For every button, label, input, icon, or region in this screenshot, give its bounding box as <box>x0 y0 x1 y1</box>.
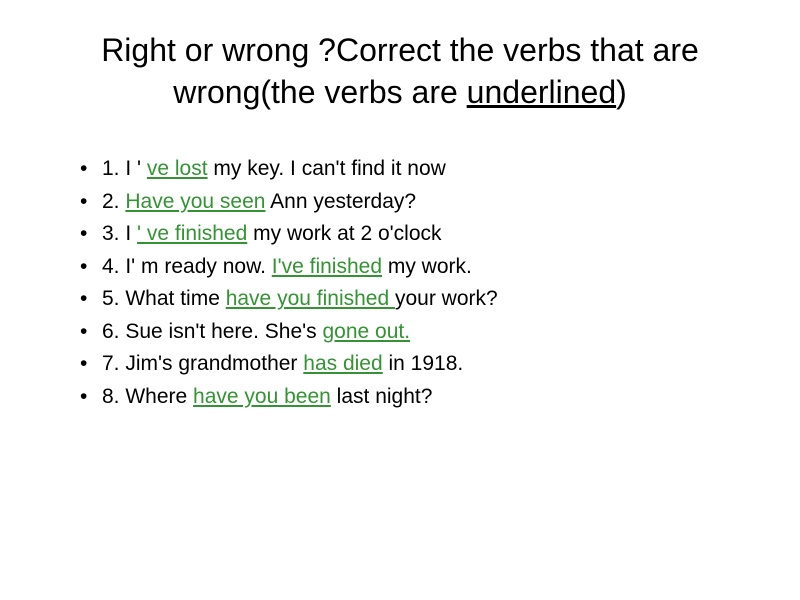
list-item: 8. Where have you been last night? <box>80 381 750 414</box>
list-item: 1. I ' ve lost my key. I can't find it n… <box>80 153 750 186</box>
list-item: 2. Have you seen Ann yesterday? <box>80 186 750 219</box>
item-verb: I've finished <box>272 255 382 278</box>
item-pre: 3. I <box>102 222 137 245</box>
item-pre: 6. Sue isn't here. She's <box>102 320 322 343</box>
item-pre: 1. I ' <box>102 157 147 180</box>
item-verb: have you finished <box>226 287 395 310</box>
item-pre: 5. What time <box>102 287 226 310</box>
exercise-list: 1. I ' ve lost my key. I can't find it n… <box>50 153 750 413</box>
item-verb: Have you seen <box>125 190 265 213</box>
list-item: 7. Jim's grandmother has died in 1918. <box>80 348 750 381</box>
title-underlined: underlined <box>467 74 616 110</box>
list-item: 5. What time have you finished your work… <box>80 283 750 316</box>
item-post: your work? <box>395 287 498 310</box>
item-pre: 4. I' m ready now. <box>102 255 272 278</box>
item-verb: have you been <box>193 385 331 408</box>
item-post: my work. <box>382 255 472 278</box>
item-post: my key. I can't find it now <box>208 157 446 180</box>
list-item: 4. I' m ready now. I've finished my work… <box>80 251 750 284</box>
item-post: last night? <box>331 385 433 408</box>
list-item: 6. Sue isn't here. She's gone out. <box>80 316 750 349</box>
item-post: Ann yesterday? <box>265 190 416 213</box>
item-verb: ' ve finished <box>137 222 247 245</box>
item-verb: ve lost <box>147 157 208 180</box>
slide-title: Right or wrong ?Correct the verbs that a… <box>50 30 750 113</box>
item-post: in 1918. <box>383 352 464 375</box>
title-part2: ) <box>616 74 627 110</box>
item-post: my work at 2 o'clock <box>247 222 441 245</box>
list-item: 3. I ' ve finished my work at 2 o'clock <box>80 218 750 251</box>
item-pre: 7. Jim's grandmother <box>102 352 303 375</box>
item-verb: gone out. <box>322 320 410 343</box>
item-pre: 8. Where <box>102 385 193 408</box>
item-verb: has died <box>303 352 382 375</box>
item-pre: 2. <box>102 190 125 213</box>
